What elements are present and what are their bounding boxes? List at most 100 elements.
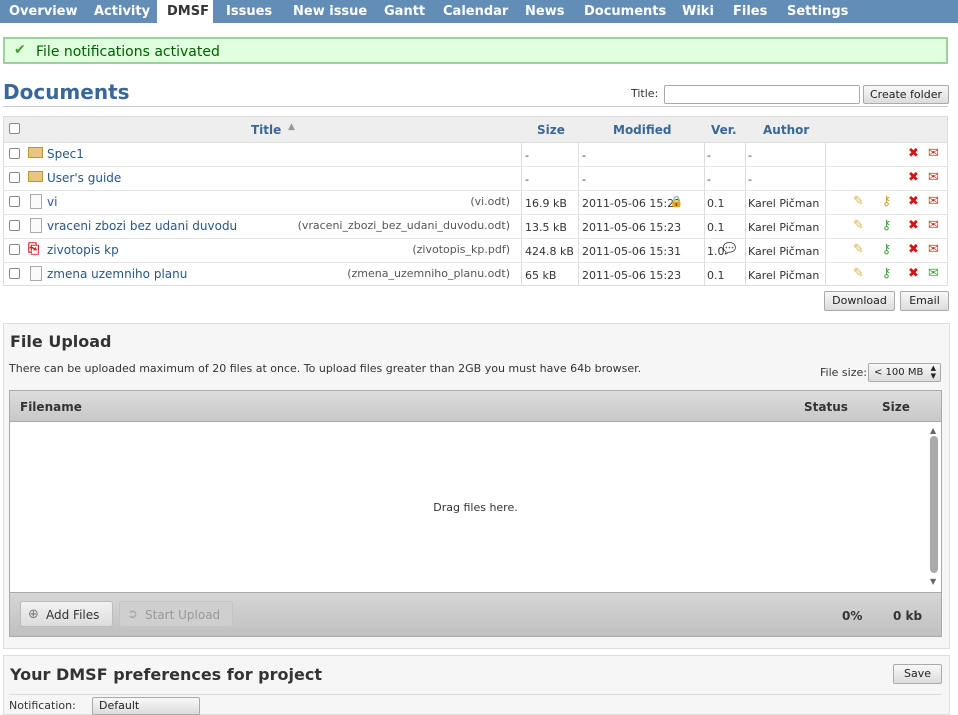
- arrow-circle-icon: ➲: [127, 607, 138, 622]
- select-all-checkbox[interactable]: [9, 123, 20, 134]
- sort-asc-icon: ▲: [288, 122, 295, 132]
- delete-icon[interactable]: ✖: [906, 266, 921, 281]
- file-link[interactable]: vi: [47, 195, 57, 209]
- scroll-down-icon[interactable]: ▼: [930, 577, 936, 586]
- tab-gantt[interactable]: Gantt: [384, 0, 425, 23]
- file-link[interactable]: vraceni zbozi bez udani duvodu: [47, 219, 237, 233]
- size-cell: -: [525, 149, 529, 162]
- upload-percent: 0%: [842, 609, 863, 623]
- page-title: Documents: [3, 80, 130, 104]
- lock-add-icon[interactable]: ⚷: [879, 218, 894, 233]
- unlock-icon[interactable]: ⚷: [879, 194, 894, 209]
- column-size[interactable]: Size: [537, 123, 565, 137]
- file-link[interactable]: zivotopis kp: [47, 243, 119, 257]
- modified-cell: -: [582, 149, 586, 162]
- size-cell: 424.8 kB: [525, 245, 574, 258]
- scrollbar[interactable]: [930, 436, 938, 573]
- author-cell: Karel Pičman: [748, 197, 820, 210]
- notification-icon[interactable]: ✉: [926, 194, 941, 209]
- tab-news[interactable]: News: [525, 0, 564, 23]
- tab-issues[interactable]: Issues: [226, 0, 272, 23]
- column-size: Size: [882, 400, 910, 414]
- lock-icon: 🔒: [669, 195, 684, 208]
- project-menu: Overview Activity DMSF Issues New issue …: [0, 0, 958, 23]
- row-checkbox[interactable]: [9, 268, 20, 279]
- modified-cell: 2011-05-06 15:31: [582, 245, 682, 258]
- delete-icon[interactable]: ✖: [906, 194, 921, 209]
- tab-settings[interactable]: Settings: [787, 0, 848, 23]
- tab-dmsf[interactable]: DMSF: [157, 0, 213, 23]
- download-button[interactable]: Download: [824, 291, 895, 311]
- folder-icon: [28, 171, 43, 182]
- table-row: zmena uzemniho planu (zmena_uzemniho_pla…: [4, 262, 947, 286]
- row-checkbox[interactable]: [9, 148, 20, 159]
- edit-icon[interactable]: ✎: [851, 194, 866, 209]
- tab-overview[interactable]: Overview: [9, 0, 78, 23]
- version-cell: -: [707, 173, 711, 186]
- edit-icon[interactable]: ✎: [851, 218, 866, 233]
- upload-drop-zone[interactable]: Drag files here.: [9, 422, 942, 592]
- file-size-select[interactable]: < 100 MB ▲ ▼: [868, 363, 941, 382]
- divider: [9, 694, 942, 695]
- folder-link[interactable]: User's guide: [47, 171, 121, 185]
- edit-icon[interactable]: ✎: [851, 266, 866, 281]
- file-size-value: < 100 MB: [874, 367, 924, 378]
- column-title[interactable]: Title: [251, 123, 281, 137]
- start-upload-label: Start Upload: [145, 608, 221, 622]
- folder-link[interactable]: Spec1: [47, 147, 84, 161]
- version-cell: 0.1: [707, 269, 725, 282]
- column-filename: Filename: [20, 400, 82, 414]
- tab-activity[interactable]: Activity: [94, 0, 150, 23]
- table-row: ⎘ zivotopis kp (zivotopis_kp.pdf) 424.8 …: [4, 238, 947, 263]
- delete-icon[interactable]: ✖: [906, 170, 921, 185]
- scroll-up-icon[interactable]: ▲: [930, 426, 936, 435]
- row-checkbox[interactable]: [9, 220, 20, 231]
- size-cell: 13.5 kB: [525, 221, 567, 234]
- tab-new-issue[interactable]: New issue: [293, 0, 367, 23]
- delete-icon[interactable]: ✖: [906, 218, 921, 233]
- email-button[interactable]: Email: [900, 291, 949, 311]
- column-author[interactable]: Author: [763, 123, 809, 137]
- notification-icon[interactable]: ✉: [926, 242, 941, 257]
- author-cell: -: [748, 149, 752, 162]
- add-files-button[interactable]: ⊕ Add Files: [20, 601, 113, 627]
- title-filter-label: Title:: [631, 87, 659, 100]
- pdf-icon: ⎘: [28, 241, 40, 257]
- create-folder-button[interactable]: Create folder: [863, 85, 949, 104]
- column-modified[interactable]: Modified: [613, 123, 672, 137]
- spinner-icon: ▲ ▼: [930, 364, 936, 380]
- document-icon: [30, 266, 42, 281]
- upload-heading: File Upload: [10, 332, 112, 351]
- folder-icon: [28, 147, 43, 158]
- file-name: (zmena_uzemniho_planu.odt): [347, 267, 510, 280]
- row-checkbox[interactable]: [9, 196, 20, 207]
- author-cell: -: [748, 173, 752, 186]
- row-checkbox[interactable]: [9, 172, 20, 183]
- file-name: (vraceni_zbozi_bez_udani_duvodu.odt): [297, 219, 510, 232]
- title-filter-input[interactable]: [664, 85, 860, 104]
- edit-icon[interactable]: ✎: [851, 242, 866, 257]
- file-link[interactable]: zmena uzemniho planu: [47, 267, 187, 281]
- save-button[interactable]: Save: [893, 664, 942, 684]
- notification-icon[interactable]: ✉: [926, 266, 941, 281]
- notification-select[interactable]: Default: [92, 697, 200, 715]
- tab-calendar[interactable]: Calendar: [443, 0, 508, 23]
- tab-documents[interactable]: Documents: [584, 0, 666, 23]
- lock-add-icon[interactable]: ⚷: [879, 242, 894, 257]
- column-version[interactable]: Ver.: [711, 123, 737, 137]
- notification-icon[interactable]: ✉: [926, 146, 941, 161]
- plus-circle-icon: ⊕: [28, 607, 39, 622]
- notification-icon[interactable]: ✉: [926, 218, 941, 233]
- delete-icon[interactable]: ✖: [906, 242, 921, 257]
- table-row: User's guide - - - - ✖ ✉: [4, 166, 947, 191]
- start-upload-button[interactable]: ➲ Start Upload: [119, 601, 233, 627]
- notification-icon[interactable]: ✉: [926, 170, 941, 185]
- document-icon: [30, 218, 42, 233]
- version-cell: 0.1: [707, 197, 725, 210]
- tab-files[interactable]: Files: [733, 0, 767, 23]
- tab-wiki[interactable]: Wiki: [682, 0, 714, 23]
- delete-icon[interactable]: ✖: [906, 146, 921, 161]
- row-checkbox[interactable]: [9, 244, 20, 255]
- lock-add-icon[interactable]: ⚷: [879, 266, 894, 281]
- column-status: Status: [804, 400, 848, 414]
